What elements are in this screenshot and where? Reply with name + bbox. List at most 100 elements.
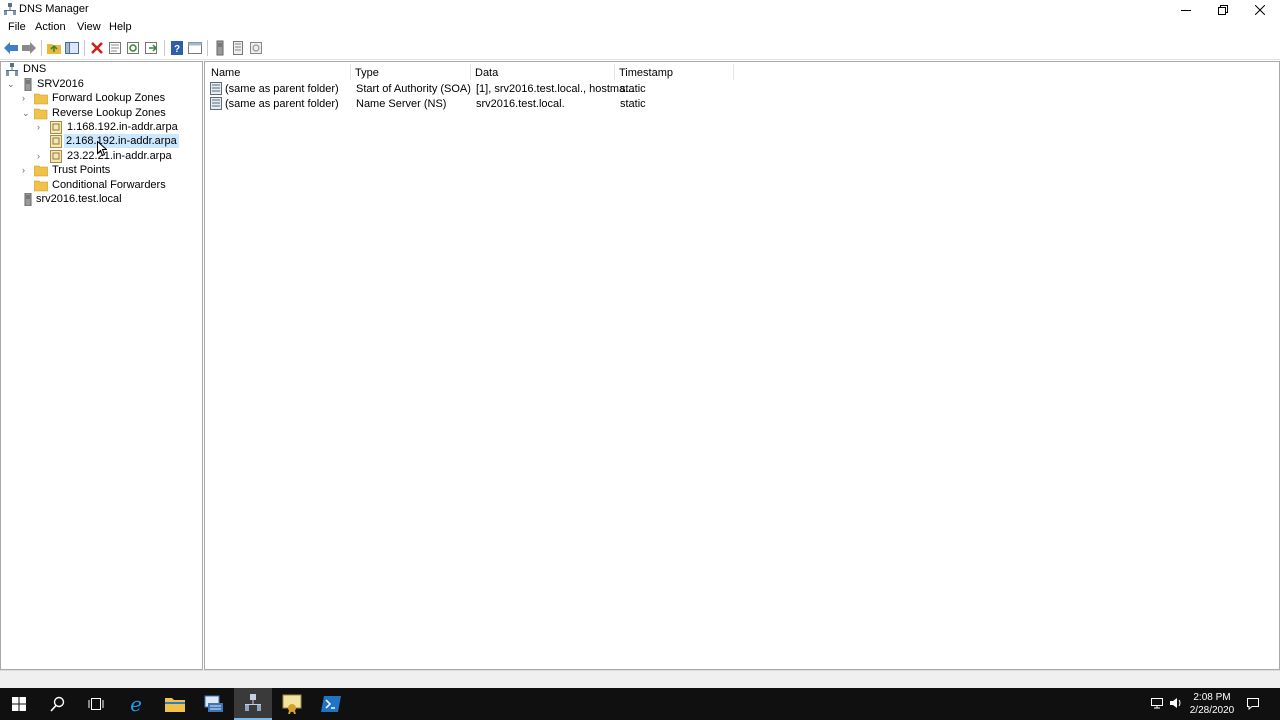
- tree-label-selected: 2.168.192.in-addr.arpa: [64, 134, 179, 148]
- cell-name: (same as parent folder): [225, 98, 339, 110]
- menu-bar: File Action View Help: [0, 19, 1280, 37]
- svg-text:?: ?: [174, 44, 180, 55]
- taskbar-file-explorer[interactable]: [156, 688, 194, 720]
- folder-icon: [34, 93, 48, 105]
- tree-label: Trust Points: [52, 164, 111, 176]
- notifications-icon[interactable]: [1246, 696, 1260, 710]
- column-header-name[interactable]: Name: [211, 67, 240, 79]
- tree-label: srv2016.test.local: [36, 193, 122, 205]
- cell-data: [1], srv2016.test.local., hostma...: [476, 83, 635, 95]
- restore-button[interactable]: [1205, 0, 1241, 19]
- toolbar-separator: [164, 40, 165, 56]
- taskbar-internet-explorer[interactable]: e: [117, 688, 155, 720]
- column-divider[interactable]: [733, 64, 734, 80]
- results-list: Name Type Data Timestamp (same as parent…: [204, 61, 1280, 670]
- column-divider[interactable]: [350, 64, 351, 80]
- cell-timestamp: static: [620, 83, 646, 95]
- forward-arrow-icon[interactable]: [21, 40, 37, 56]
- status-bar: [0, 670, 1280, 689]
- minimize-button[interactable]: [1168, 0, 1204, 19]
- expand-chevron[interactable]: ›: [22, 166, 31, 175]
- start-button[interactable]: [0, 688, 38, 720]
- table-row[interactable]: (same as parent folder) Name Server (NS)…: [209, 97, 1269, 112]
- restore-icon: [1218, 5, 1228, 15]
- cell-timestamp: static: [620, 98, 646, 110]
- search-button[interactable]: [39, 688, 77, 720]
- column-divider[interactable]: [614, 64, 615, 80]
- dns-app-icon: [4, 3, 16, 15]
- menu-help[interactable]: Help: [109, 21, 132, 33]
- task-view-icon: [88, 698, 104, 710]
- expand-chevron[interactable]: ›: [22, 94, 31, 103]
- network-icon[interactable]: [1150, 696, 1164, 710]
- console-tree: DNS ⌄ SRV2016 › Forward Lookup Zones ⌄ R…: [0, 61, 203, 670]
- server-manager-icon: [204, 695, 223, 712]
- expand-chevron[interactable]: ›: [37, 123, 46, 132]
- record-list-icon[interactable]: [230, 40, 246, 56]
- tree-label: Conditional Forwarders: [52, 179, 166, 191]
- show-hide-tree-icon[interactable]: [64, 40, 80, 56]
- properties-icon[interactable]: [107, 40, 123, 56]
- record-icon: [210, 97, 222, 110]
- up-folder-icon[interactable]: [46, 40, 62, 56]
- tree-label: Reverse Lookup Zones: [52, 107, 166, 119]
- clock-time: 2:08 PM: [1193, 692, 1231, 703]
- menu-file[interactable]: File: [8, 21, 26, 33]
- tree-label: DNS: [23, 63, 47, 75]
- collapse-chevron[interactable]: ⌄: [22, 109, 31, 118]
- internet-explorer-icon: e: [130, 694, 142, 714]
- zone-icon: [50, 121, 62, 134]
- toolbar-separator: [41, 40, 42, 56]
- cell-data: srv2016.test.local.: [476, 98, 565, 110]
- tree-label: 1.168.192.in-addr.arpa: [67, 121, 178, 133]
- back-arrow-icon[interactable]: [3, 40, 19, 56]
- refresh-icon[interactable]: [125, 40, 141, 56]
- zone-icon: [50, 150, 62, 163]
- delete-icon[interactable]: [89, 40, 105, 56]
- expand-server-chevron[interactable]: ⌄: [7, 80, 16, 89]
- folder-icon: [34, 165, 48, 177]
- menu-view[interactable]: View: [77, 21, 101, 33]
- menu-action[interactable]: Action: [35, 21, 66, 33]
- filter-icon[interactable]: [248, 40, 264, 56]
- column-divider[interactable]: [470, 64, 471, 80]
- tree-label: 23.22.21.in-addr.arpa: [67, 150, 172, 162]
- expand-chevron[interactable]: ›: [37, 152, 46, 161]
- volume-icon[interactable]: [1169, 696, 1183, 710]
- column-header-timestamp[interactable]: Timestamp: [619, 67, 673, 79]
- windows-logo-icon: [12, 697, 26, 711]
- taskbar-server-manager[interactable]: [195, 688, 233, 720]
- column-header-type[interactable]: Type: [355, 67, 379, 79]
- server-icon: [24, 78, 32, 91]
- search-icon: [50, 696, 65, 712]
- close-button[interactable]: [1242, 0, 1278, 19]
- window-title: DNS Manager: [19, 3, 89, 15]
- column-header-data[interactable]: Data: [475, 67, 498, 79]
- cell-type: Start of Authority (SOA): [356, 83, 471, 95]
- powershell-icon: [321, 696, 341, 712]
- taskbar-clock[interactable]: 2:08 PM 2/28/2020: [1184, 691, 1240, 717]
- show-action-pane-icon[interactable]: [187, 40, 203, 56]
- export-list-icon[interactable]: [143, 40, 159, 56]
- svg-text:e: e: [130, 694, 142, 714]
- certificate-icon: [282, 694, 302, 714]
- help-icon[interactable]: ?: [169, 40, 185, 56]
- tree-label: Forward Lookup Zones: [52, 92, 166, 104]
- taskbar-powershell[interactable]: [312, 688, 350, 720]
- close-icon: [1254, 4, 1266, 16]
- record-icon: [210, 82, 222, 95]
- file-explorer-icon: [165, 698, 185, 712]
- task-view-button[interactable]: [77, 688, 115, 720]
- log-icon: [24, 193, 32, 206]
- taskbar-certificate-tool[interactable]: [273, 688, 311, 720]
- cell-type: Name Server (NS): [356, 98, 447, 110]
- table-row[interactable]: (same as parent folder) Start of Authori…: [209, 82, 1269, 97]
- taskbar-dns-manager[interactable]: [234, 688, 272, 720]
- toolbar: ?: [0, 37, 1280, 60]
- clock-date: 2/28/2020: [1189, 705, 1235, 716]
- folder-open-icon: [34, 108, 48, 120]
- toolbar-separator: [207, 40, 208, 56]
- server-icon[interactable]: [212, 40, 228, 56]
- cell-name: (same as parent folder): [225, 83, 339, 95]
- dns-icon: [6, 63, 18, 76]
